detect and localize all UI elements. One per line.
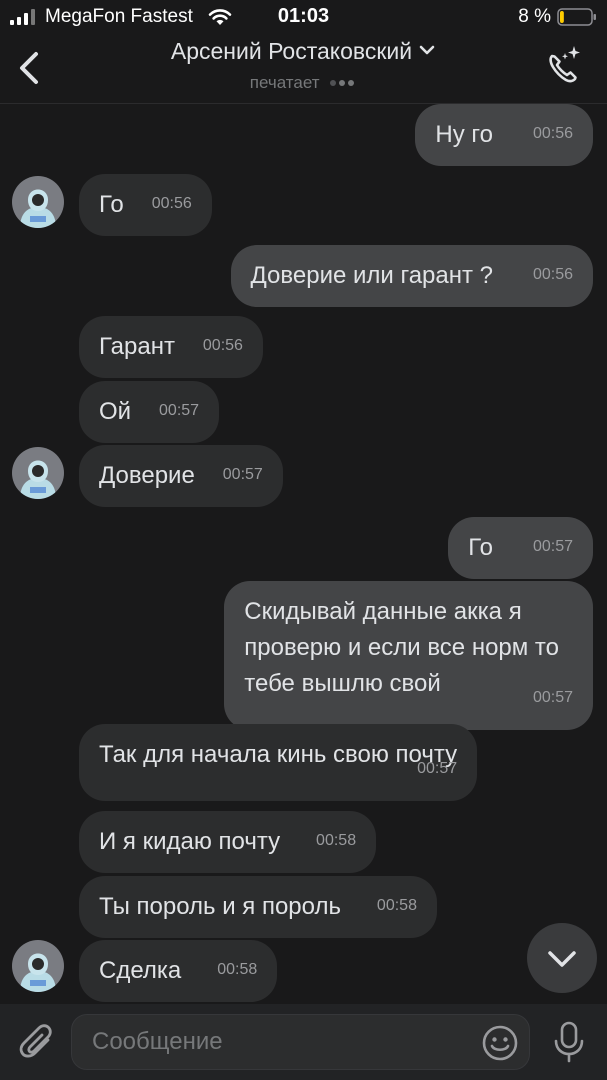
paperclip-icon[interactable] — [18, 1022, 56, 1064]
message-text: Так для начала кинь свою почту — [99, 741, 458, 768]
message-time: 00:57 — [532, 689, 573, 706]
microphone-icon[interactable] — [551, 1020, 587, 1064]
composer-bar — [0, 1004, 607, 1080]
message-time: 00:57 — [159, 402, 200, 419]
avatar[interactable] — [12, 176, 64, 228]
message-incoming[interactable]: Ты пороль и я пороль 00:58 — [79, 876, 437, 938]
chat-header: Арсений Ростаковский печатает — [0, 34, 607, 104]
message-text: Доверие — [99, 462, 195, 489]
message-incoming[interactable]: Так для начала кинь свою почту 00:57 — [79, 724, 478, 801]
message-input-container[interactable] — [71, 1014, 530, 1070]
chat-screen: MegaFon Fastest 01:03 8 % Арсений Ростак… — [0, 0, 607, 1080]
message-incoming[interactable]: Ой 00:57 — [79, 381, 220, 443]
message-time: 00:58 — [376, 897, 417, 914]
scroll-down-button[interactable] — [527, 923, 597, 993]
avatar[interactable] — [12, 940, 64, 992]
chevron-down-icon — [419, 45, 435, 55]
contact-title[interactable]: Арсений Ростаковский печатает — [100, 38, 507, 93]
battery-icon — [557, 8, 596, 26]
message-text: Го — [468, 534, 493, 561]
message-text: Доверие или гарант ? — [250, 262, 493, 289]
message-time: 00:58 — [217, 961, 258, 978]
message-input[interactable] — [92, 1015, 472, 1069]
typing-status: печатает — [100, 71, 507, 93]
message-text: Гарант — [99, 333, 175, 360]
message-text: Ну го — [435, 121, 493, 148]
message-outgoing[interactable]: Скидывай данные акка я проверю и если вс… — [224, 581, 593, 730]
smiley-icon[interactable] — [481, 1024, 519, 1062]
message-incoming[interactable]: Гарант 00:56 — [79, 316, 263, 378]
message-time: 00:56 — [532, 266, 573, 283]
chevron-left-icon[interactable] — [12, 48, 48, 88]
message-text: Скидывай данные акка я проверю и если вс… — [244, 598, 559, 697]
message-outgoing[interactable]: Ну го 00:56 — [415, 104, 593, 166]
typing-dots — [330, 71, 357, 91]
message-time: 00:56 — [532, 125, 573, 142]
message-outgoing[interactable]: Го 00:57 — [448, 517, 593, 579]
message-time: 00:56 — [151, 195, 192, 212]
phone-sparkle-icon[interactable] — [543, 44, 583, 88]
battery-percent: 8 % — [518, 6, 551, 27]
avatar[interactable] — [12, 447, 64, 499]
chevron-down-icon — [548, 951, 576, 967]
message-incoming[interactable]: Сделка 00:58 — [79, 940, 278, 1002]
message-list[interactable]: Ну го 00:56 Го 00:56 Доверие или гарант … — [0, 104, 607, 1004]
message-outgoing[interactable]: Доверие или гарант ? 00:56 — [230, 245, 593, 307]
message-text: Сделка — [99, 957, 182, 984]
signal-icon — [10, 9, 35, 25]
message-text: Ты пороль и я пороль — [99, 893, 341, 920]
message-text: Ой — [99, 398, 132, 425]
message-time: 00:57 — [532, 538, 573, 555]
message-time: 00:56 — [202, 337, 243, 354]
message-time: 00:57 — [222, 466, 263, 483]
message-incoming[interactable]: Го 00:56 — [79, 174, 212, 236]
message-incoming[interactable]: И я кидаю почту 00:58 — [79, 811, 377, 873]
message-text: Го — [99, 191, 124, 218]
contact-name: Арсений Ростаковский — [170, 38, 413, 64]
carrier-name: MegaFon Fastest — [45, 6, 193, 27]
message-incoming[interactable]: Доверие 00:57 — [79, 445, 283, 507]
status-bar: MegaFon Fastest 01:03 8 % — [0, 0, 607, 34]
typing-label: печатает — [249, 73, 320, 92]
message-text: И я кидаю почту — [99, 828, 281, 855]
message-time: 00:58 — [316, 832, 357, 849]
wifi-icon — [208, 9, 232, 25]
message-time: 00:57 — [417, 760, 458, 777]
